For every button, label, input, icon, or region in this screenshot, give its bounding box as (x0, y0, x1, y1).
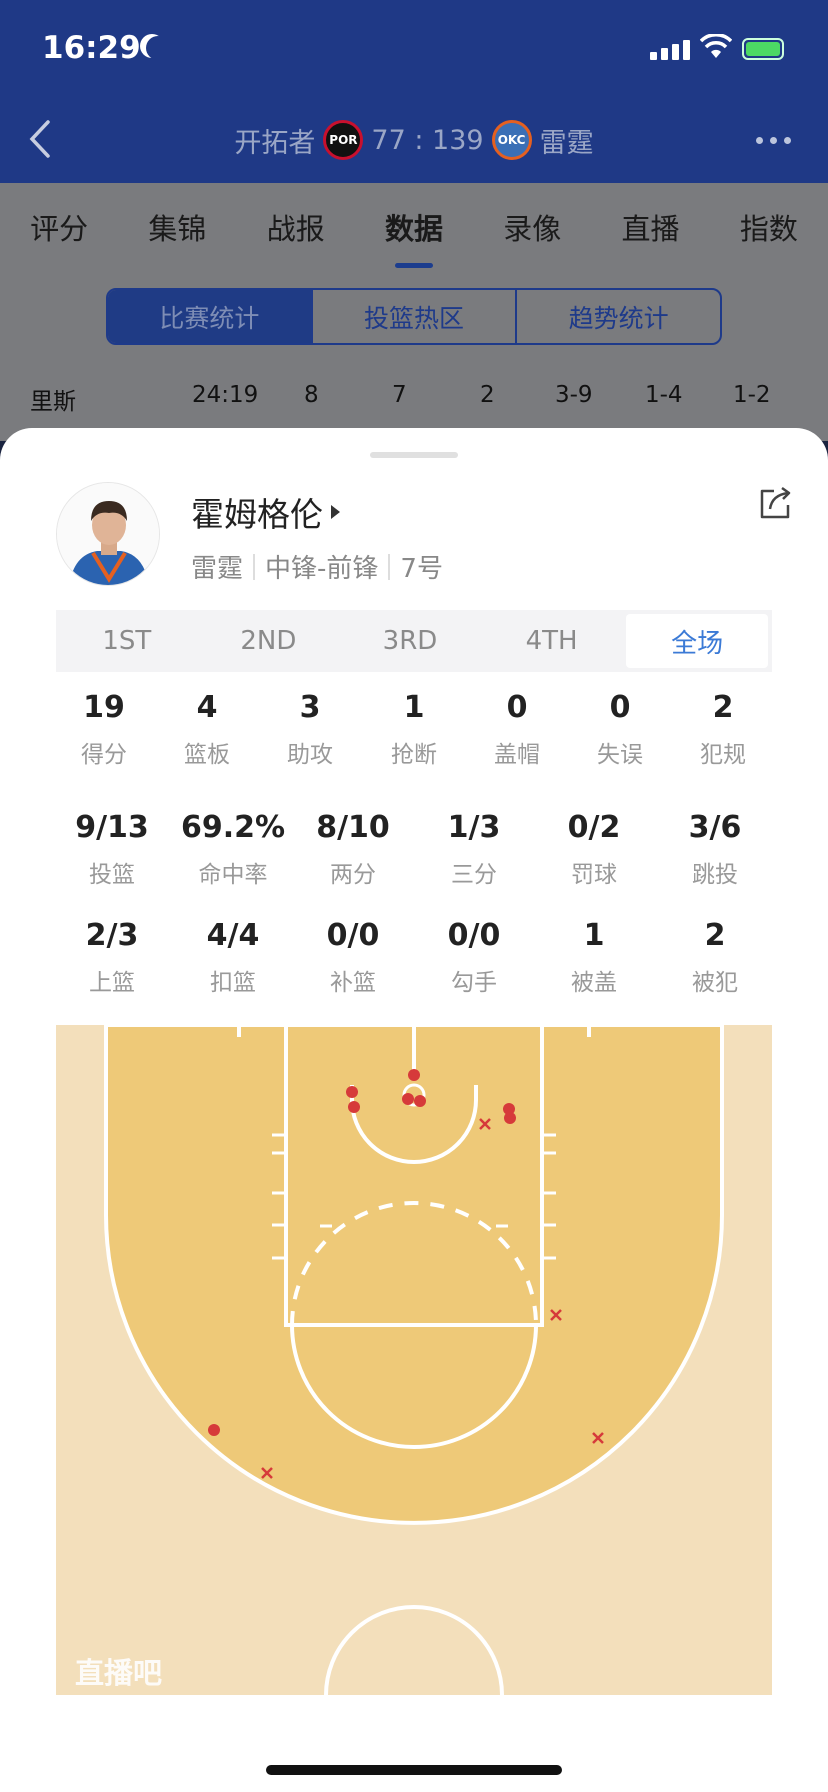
quarter-tab-full[interactable]: 全场 (626, 614, 768, 668)
row-cell: 1-4 (645, 382, 683, 408)
more-options-icon[interactable] (756, 137, 791, 144)
main-tab-bar: 评分 集锦 战报 数据 录像 直播 指数 (0, 183, 828, 271)
tab-report[interactable]: 战报 (259, 206, 333, 248)
stat-hook: 0/0 勾手 (447, 918, 501, 996)
battery-icon (742, 38, 784, 60)
stat-points: 19 得分 (81, 690, 127, 768)
stat-jump-shot: 3/6 跳投 (688, 810, 742, 888)
stat-assists: 3 助攻 (287, 690, 333, 768)
made-shot-marker (504, 1112, 516, 1124)
home-team-name: 开拓者 (234, 127, 316, 159)
player-position: 中锋-前锋 (265, 554, 379, 584)
row-cell: 2 (480, 382, 495, 408)
stat-fouls: 2 犯规 (700, 690, 746, 768)
stats-segment-control: 比赛统计 投篮热区 趋势统计 (106, 288, 722, 345)
made-shot-marker (414, 1095, 426, 1107)
row-cell: 3-9 (555, 382, 593, 408)
stat-tip-in: 0/0 补篮 (326, 918, 380, 996)
stat-blocked: 1 被盖 (571, 918, 617, 996)
made-shot-marker (348, 1101, 360, 1113)
table-row: 里斯 24:19 8 7 2 3-9 1-4 1-2 (0, 382, 828, 422)
stat-fouled: 2 被犯 (692, 918, 738, 996)
stat-dunk: 4/4 扣篮 (206, 918, 260, 996)
made-shot-marker (402, 1093, 414, 1105)
made-shot-marker (208, 1424, 220, 1436)
made-shot-marker (408, 1069, 420, 1081)
sheet-grab-handle[interactable] (370, 452, 458, 458)
stat-free-throw: 0/2 罚球 (567, 810, 621, 888)
tab-highlights[interactable]: 集锦 (140, 206, 214, 248)
stat-two-pt: 8/10 两分 (316, 810, 390, 888)
status-time: 16:29 (42, 30, 141, 66)
tab-score[interactable]: 评分 (22, 206, 96, 248)
segment-game-stats[interactable]: 比赛统计 (108, 290, 313, 343)
stat-fg: 9/13 投篮 (75, 810, 149, 888)
quarter-tab-4th[interactable]: 4TH (481, 610, 623, 672)
player-info: 雷霆 中锋-前锋 7号 (191, 548, 443, 585)
quarter-tab-1st[interactable]: 1ST (56, 610, 198, 672)
quarter-tab-3rd[interactable]: 3RD (339, 610, 481, 672)
player-name-text: 霍姆格伦 (191, 495, 323, 534)
signal-icon (650, 40, 690, 60)
stat-blocks: 0 盖帽 (494, 690, 540, 768)
caret-right-icon (331, 505, 340, 519)
home-team-logo: POR (323, 120, 364, 160)
tab-odds[interactable]: 指数 (732, 206, 806, 248)
row-cell: 8 (304, 382, 319, 408)
row-player: 里斯 (30, 389, 76, 415)
player-team: 雷霆 (191, 554, 244, 584)
scoreboard: 开拓者 POR 77 : 139 OKC 雷霆 (0, 120, 828, 160)
player-name[interactable]: 霍姆格伦 (191, 488, 340, 536)
tab-data[interactable]: 数据 (377, 206, 451, 268)
row-minutes: 24:19 (192, 382, 259, 408)
segment-trend-stats[interactable]: 趋势统计 (517, 290, 720, 343)
share-icon[interactable] (758, 485, 794, 521)
wifi-icon (700, 34, 732, 58)
away-team-name: 雷霆 (539, 127, 594, 159)
row-cell: 7 (392, 382, 407, 408)
stat-steals: 1 抢断 (391, 690, 437, 768)
quarter-tabs: 1ST 2ND 3RD 4TH 全场 (56, 610, 772, 672)
player-number: 7号 (400, 554, 443, 584)
tab-live[interactable]: 直播 (614, 206, 688, 248)
stat-turnovers: 0 失误 (597, 690, 643, 768)
stat-layup: 2/3 上篮 (85, 918, 139, 996)
moon-icon (146, 36, 170, 60)
home-indicator[interactable] (266, 1765, 562, 1775)
player-avatar (56, 482, 160, 586)
stat-three-pt: 1/3 三分 (447, 810, 501, 888)
score-text: 77 : 139 (371, 124, 484, 156)
watermark-logo: 直播吧 (75, 1656, 163, 1690)
row-cell: 1-2 (733, 382, 771, 408)
stat-fg-pct: 69.2% 命中率 (180, 810, 286, 888)
segment-shot-zones[interactable]: 投篮热区 (313, 290, 518, 343)
away-team-logo: OKC (491, 120, 532, 160)
made-shot-marker (346, 1086, 358, 1098)
stat-rebounds: 4 篮板 (184, 690, 230, 768)
quarter-tab-2nd[interactable]: 2ND (198, 610, 340, 672)
top-header: 16:29 开拓者 POR 77 : 139 OKC 雷霆 (0, 0, 828, 183)
tab-replay[interactable]: 录像 (495, 206, 569, 248)
shot-chart-court (56, 1025, 772, 1695)
